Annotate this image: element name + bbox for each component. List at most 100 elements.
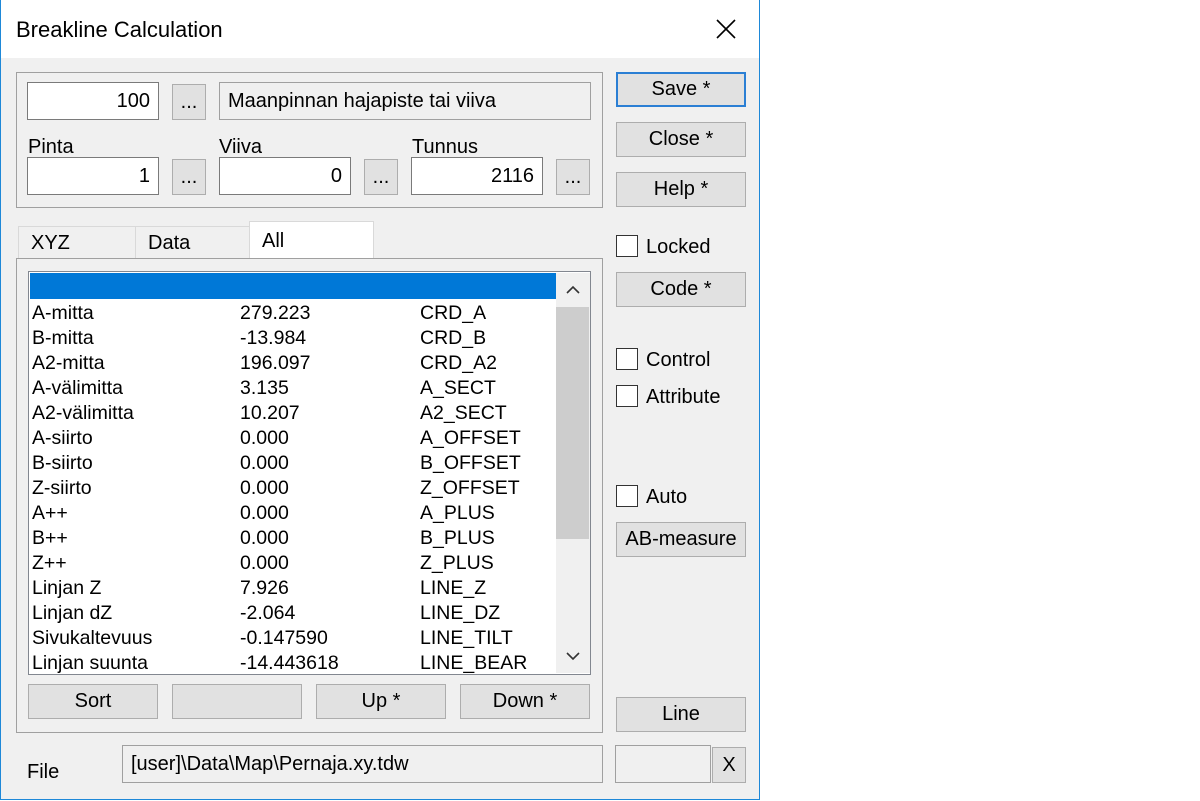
viiva-input[interactable]: 0: [219, 157, 351, 195]
list-item[interactable]: B-siirto 0.000 B_OFFSET: [32, 451, 557, 476]
file-path: [user]\Data\Map\Pernaja.xy.tdw: [122, 745, 603, 783]
list-item-code: CRD_A: [420, 302, 487, 324]
locked-checkbox[interactable]: [616, 235, 638, 257]
scroll-thumb[interactable]: [556, 307, 589, 539]
code-browse-button[interactable]: ...: [172, 84, 206, 120]
ab-measure-button[interactable]: AB-measure: [616, 522, 746, 557]
list-item[interactable]: A-mitta 279.223 CRD_A: [32, 301, 557, 326]
list-item-code: A_SECT: [420, 377, 496, 399]
list-item[interactable]: Linjan Z 7.926 LINE_Z: [32, 576, 557, 601]
close-button[interactable]: Close *: [616, 122, 746, 157]
list-item-code: LINE_DZ: [420, 602, 501, 624]
tab-all[interactable]: All: [249, 221, 374, 260]
list-item[interactable]: Z-siirto 0.000 Z_OFFSET: [32, 476, 557, 501]
list-item-value: -0.147590: [240, 627, 328, 649]
list-item-name: A2-mitta: [32, 352, 105, 374]
list-item-value: 3.135: [240, 377, 289, 399]
list-item-code: Z_PLUS: [420, 552, 494, 574]
list-item-code: A_OFFSET: [420, 427, 521, 449]
list-selected-row[interactable]: [30, 273, 556, 299]
list-item-name: A2-välimitta: [32, 402, 134, 424]
up-button[interactable]: Up *: [316, 684, 446, 719]
list-item-name: Z-siirto: [32, 477, 92, 499]
list-item-name: B-siirto: [32, 452, 93, 474]
list-item-name: A-välimitta: [32, 377, 124, 399]
save-button[interactable]: Save *: [616, 72, 746, 107]
file-extra-field: [615, 745, 711, 783]
list-item[interactable]: A-siirto 0.000 A_OFFSET: [32, 426, 557, 451]
tunnus-browse-button[interactable]: ...: [556, 159, 590, 195]
attribute-checkbox[interactable]: [616, 385, 638, 407]
list-item-name: A++: [32, 502, 68, 524]
list-item[interactable]: A++ 0.000 A_PLUS: [32, 501, 557, 526]
chevron-down-icon: [566, 652, 580, 661]
tunnus-label: Tunnus: [412, 136, 478, 158]
list-item-name: B++: [32, 527, 68, 549]
tab-xyz[interactable]: XYZ: [18, 226, 135, 259]
locked-label: Locked: [646, 236, 711, 258]
list-item-code: LINE_BEAR: [420, 652, 528, 674]
list-item-value: -13.984: [240, 327, 307, 349]
list-item-name: Z++: [32, 552, 67, 574]
list-item-name: A-siirto: [32, 427, 93, 449]
scroll-down-button[interactable]: [556, 641, 590, 671]
down-button[interactable]: Down *: [460, 684, 590, 719]
window-close-button[interactable]: [701, 8, 751, 50]
scroll-up-button[interactable]: [556, 275, 590, 305]
list-item[interactable]: Z++ 0.000 Z_PLUS: [32, 551, 557, 576]
code-description: Maanpinnan hajapiste tai viiva: [219, 82, 591, 120]
list-item-value: 0.000: [240, 427, 289, 449]
pinta-input[interactable]: 1: [27, 157, 159, 195]
list-item-name: Linjan dZ: [32, 602, 113, 624]
list-item[interactable]: B++ 0.000 B_PLUS: [32, 526, 557, 551]
list-item-name: Sivukaltevuus: [32, 627, 153, 649]
pinta-browse-button[interactable]: ...: [172, 159, 206, 195]
window-title: Breakline Calculation: [16, 17, 223, 42]
auto-checkbox[interactable]: [616, 485, 638, 507]
line-button[interactable]: Line: [616, 697, 746, 732]
sort-button[interactable]: Sort: [28, 684, 158, 719]
list-item-name: Linjan Z: [32, 577, 102, 599]
list-item[interactable]: A2-välimitta 10.207 A2_SECT: [32, 401, 557, 426]
list-item[interactable]: A2-mitta 196.097 CRD_A2: [32, 351, 557, 376]
close-icon: [716, 19, 736, 39]
list-item[interactable]: A-välimitta 3.135 A_SECT: [32, 376, 557, 401]
list-item-name: B-mitta: [32, 327, 94, 349]
list-item-value: 7.926: [240, 577, 289, 599]
code-button[interactable]: Code *: [616, 272, 746, 307]
list-item-value: -2.064: [240, 602, 296, 624]
list-item-value: 196.097: [240, 352, 311, 374]
breakline-dialog: Breakline Calculation 100 ... Maanpinnan…: [0, 0, 760, 800]
list-item-code: Z_OFFSET: [420, 477, 520, 499]
list-item-name: A-mitta: [32, 302, 94, 324]
list-item-value: -14.443618: [240, 652, 339, 674]
title-bar: Breakline Calculation: [1, 0, 759, 58]
file-label: File: [27, 761, 60, 783]
attribute-label: Attribute: [646, 386, 721, 408]
tab-data[interactable]: Data: [135, 226, 249, 259]
list-item-value: 10.207: [240, 402, 300, 424]
list-item-value: 0.000: [240, 527, 289, 549]
code-input[interactable]: 100: [27, 82, 159, 120]
clear-file-button[interactable]: X: [712, 747, 746, 783]
control-checkbox[interactable]: [616, 348, 638, 370]
list-scrollbar[interactable]: [556, 273, 590, 673]
list-item[interactable]: Sivukaltevuus -0.147590 LINE_TILT: [32, 626, 557, 651]
tunnus-input[interactable]: 2116: [411, 157, 543, 195]
list-item-code: LINE_TILT: [420, 627, 513, 649]
list-item-name: Linjan suunta: [32, 652, 149, 674]
list-item-code: LINE_Z: [420, 577, 487, 599]
list-item-code: B_OFFSET: [420, 452, 521, 474]
list-item-code: CRD_B: [420, 327, 487, 349]
list-item[interactable]: Linjan dZ -2.064 LINE_DZ: [32, 601, 557, 626]
list-item-value: 0.000: [240, 502, 289, 524]
auto-label: Auto: [646, 486, 688, 508]
viiva-browse-button[interactable]: ...: [364, 159, 398, 195]
help-button[interactable]: Help *: [616, 172, 746, 207]
chevron-up-icon: [566, 285, 580, 294]
attribute-list[interactable]: A-mitta 279.223 CRD_A B-mitta -13.984 CRD_B A2…: [28, 271, 591, 675]
list-item-code: CRD_A2: [420, 352, 497, 374]
list-item[interactable]: B-mitta -13.984 CRD_B: [32, 326, 557, 351]
blank-button[interactable]: [172, 684, 302, 719]
list-item[interactable]: Linjan suunta -14.443618 LINE_BEAR: [32, 651, 557, 674]
